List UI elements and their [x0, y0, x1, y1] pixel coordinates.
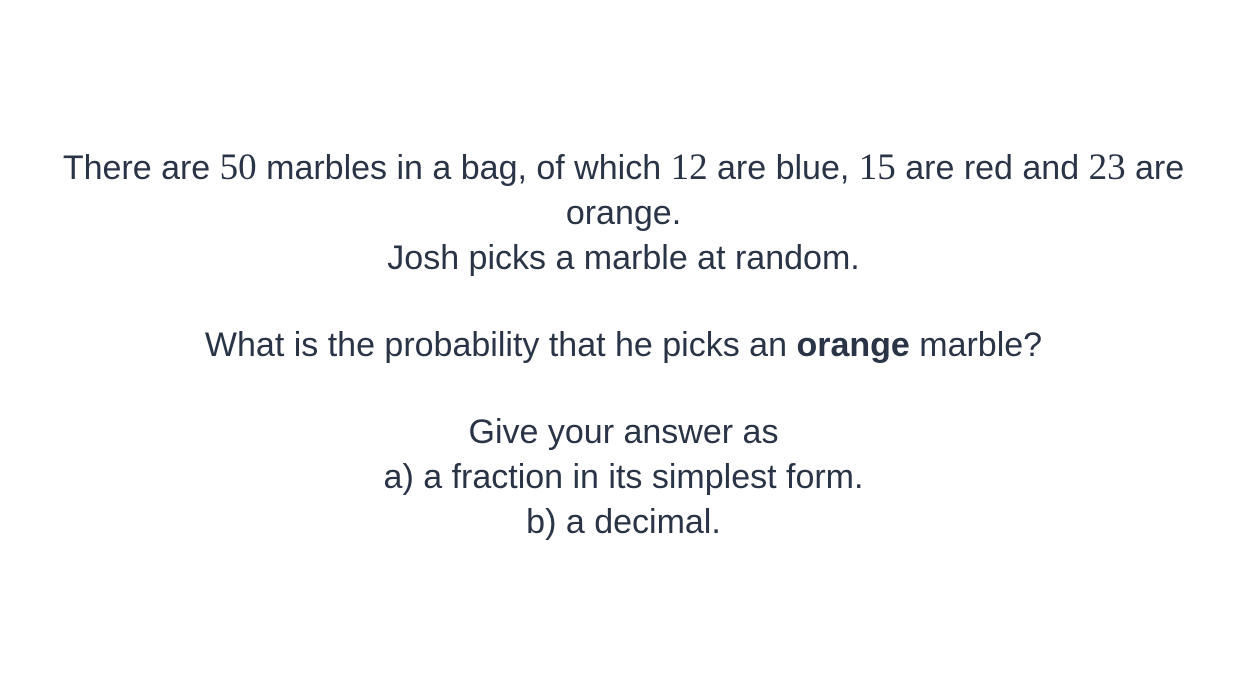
question-text-part: marble?: [909, 326, 1043, 364]
option-a: a) a fraction in its simplest form.: [383, 458, 864, 496]
question-text: There are 50 marbles in a bag, of which …: [0, 145, 1247, 545]
probability-question: What is the probability that he picks an…: [0, 323, 1247, 368]
random-pick-statement: Josh picks a marble at random.: [387, 239, 860, 277]
blue-count: 12: [670, 147, 708, 188]
option-b: b) a decimal.: [526, 503, 721, 541]
statement-text: are blue,: [707, 149, 859, 187]
emphasis-orange: orange: [796, 326, 910, 364]
page: { "question": { "line1": { "t1": "There …: [0, 0, 1247, 691]
marbles-statement: There are 50 marbles in a bag, of which …: [34, 145, 1214, 236]
orange-count: 23: [1088, 147, 1126, 188]
answer-instruction: Give your answer as: [468, 413, 779, 451]
statement-text: There are: [62, 149, 220, 187]
red-count: 15: [858, 147, 896, 188]
statement-text: are red and: [895, 149, 1089, 187]
total-marbles: 50: [219, 147, 257, 188]
statement-text: marbles in a bag, of which: [256, 149, 671, 187]
question-text-part: What is the probability that he picks an: [204, 326, 797, 364]
